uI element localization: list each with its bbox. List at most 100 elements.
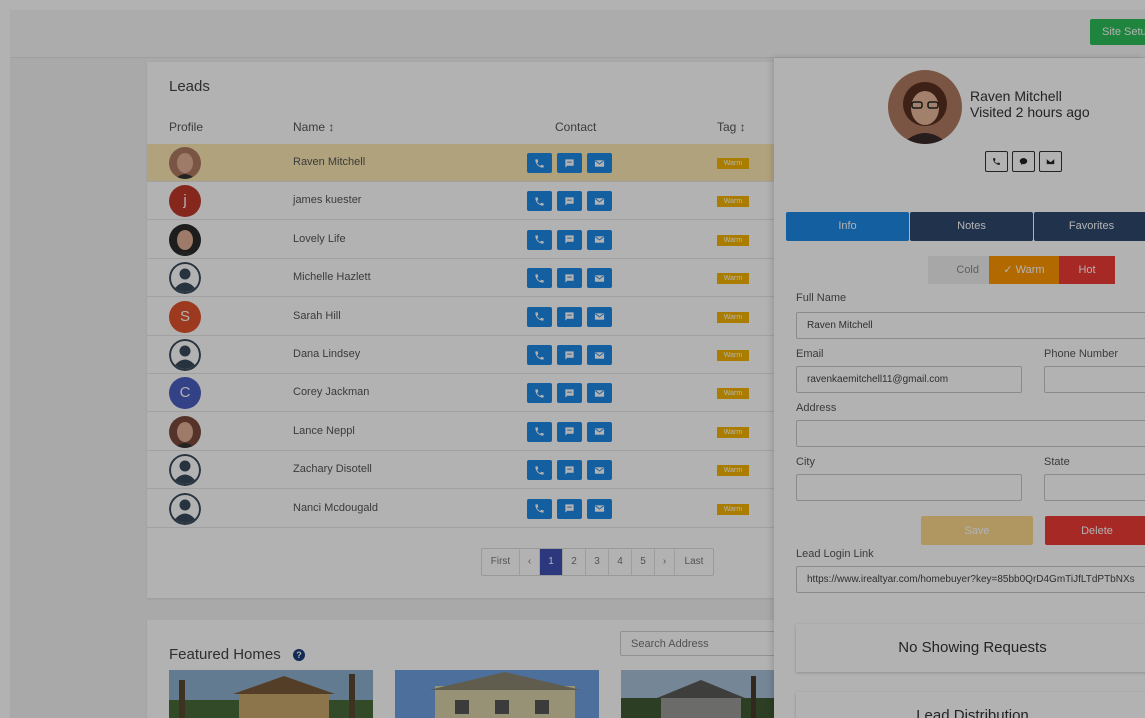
address-input[interactable] xyxy=(796,420,1145,447)
search-address-input[interactable] xyxy=(620,631,787,656)
email-input[interactable] xyxy=(796,366,1022,393)
call-button[interactable] xyxy=(527,268,552,289)
email-button[interactable] xyxy=(587,383,612,404)
page-prev[interactable]: ‹ xyxy=(520,549,540,575)
message-button[interactable] xyxy=(557,306,582,327)
page-4[interactable]: 4 xyxy=(609,549,632,575)
phone-input[interactable] xyxy=(1044,366,1145,393)
tab-favorites[interactable]: Favorites xyxy=(1034,212,1145,241)
message-button[interactable] xyxy=(557,460,582,481)
lead-name[interactable]: Corey Jackman xyxy=(293,386,369,398)
login-link-input[interactable] xyxy=(796,566,1145,593)
call-button[interactable] xyxy=(527,460,552,481)
envelope-icon xyxy=(594,390,605,397)
delete-button[interactable]: Delete xyxy=(1045,516,1145,545)
call-button[interactable] xyxy=(527,383,552,404)
app-window: Site Setup Leads Profile Name ↕ Contact … xyxy=(10,10,1145,718)
page-last[interactable]: Last xyxy=(675,549,713,575)
lead-name[interactable]: Sarah Hill xyxy=(293,310,341,322)
column-tag[interactable]: Tag ↕ xyxy=(717,120,746,134)
site-setup-button[interactable]: Site Setup xyxy=(1090,19,1145,45)
page-3[interactable]: 3 xyxy=(586,549,609,575)
envelope-icon xyxy=(594,313,605,320)
lead-name[interactable]: james kuester xyxy=(293,194,361,206)
lead-name[interactable]: Zachary Disotell xyxy=(293,463,372,475)
temp-hot-button[interactable]: Hot xyxy=(1059,256,1115,284)
avatar xyxy=(169,454,201,487)
email-button[interactable] xyxy=(587,498,612,519)
call-button[interactable] xyxy=(527,191,552,212)
call-button[interactable] xyxy=(527,153,552,173)
email-button[interactable] xyxy=(587,345,612,365)
envelope-icon xyxy=(1046,158,1055,165)
call-button[interactable] xyxy=(527,421,552,442)
call-button[interactable] xyxy=(527,345,552,365)
lead-name: Raven Mitchell xyxy=(970,88,1062,104)
column-name[interactable]: Name ↕ xyxy=(293,120,334,134)
message-button[interactable] xyxy=(1012,151,1035,172)
table-row[interactable]: Lance Neppl Warm xyxy=(147,413,787,451)
call-button[interactable] xyxy=(527,498,552,519)
tab-notes[interactable]: Notes xyxy=(910,212,1033,241)
address-label: Address xyxy=(796,402,837,414)
email-button[interactable] xyxy=(587,460,612,481)
envelope-icon xyxy=(594,236,605,244)
page-next[interactable]: › xyxy=(655,549,675,575)
lead-name[interactable]: Lance Neppl xyxy=(293,425,355,437)
table-row[interactable]: Lovely Life Warm xyxy=(147,221,787,259)
email-button[interactable] xyxy=(587,268,612,289)
no-showing-requests: No Showing Requests xyxy=(796,624,1145,672)
lead-name[interactable]: Michelle Hazlett xyxy=(293,271,371,283)
table-row[interactable]: Michelle Hazlett Warm xyxy=(147,259,787,298)
page-2[interactable]: 2 xyxy=(563,549,586,575)
save-button[interactable]: Save xyxy=(921,516,1033,545)
message-button[interactable] xyxy=(557,153,582,173)
page-5[interactable]: 5 xyxy=(632,549,655,575)
message-button[interactable] xyxy=(557,421,582,442)
home-thumbnail[interactable] xyxy=(395,670,599,718)
call-button[interactable] xyxy=(527,306,552,327)
email-button[interactable] xyxy=(1039,151,1062,172)
table-row[interactable]: S Sarah Hill Warm xyxy=(147,298,787,336)
help-icon[interactable]: ? xyxy=(293,649,305,661)
call-button[interactable] xyxy=(527,229,552,250)
table-row[interactable]: Zachary Disotell Warm xyxy=(147,451,787,490)
message-button[interactable] xyxy=(557,268,582,289)
email-button[interactable] xyxy=(587,421,612,442)
lead-name[interactable]: Nanci Mcdougald xyxy=(293,502,378,514)
tag-badge: Warm xyxy=(717,273,749,285)
column-profile: Profile xyxy=(169,120,204,134)
lead-name[interactable]: Dana Lindsey xyxy=(293,348,360,360)
state-input[interactable] xyxy=(1044,474,1145,501)
message-button[interactable] xyxy=(557,229,582,250)
lead-name[interactable]: Raven Mitchell xyxy=(293,156,365,168)
email-button[interactable] xyxy=(587,153,612,173)
tag-badge: Warm xyxy=(717,196,749,208)
table-row[interactable]: j james kuester Warm xyxy=(147,182,787,221)
table-row[interactable]: C Corey Jackman Warm xyxy=(147,374,787,413)
temp-warm-button[interactable]: ✓ Warm xyxy=(989,256,1059,284)
email-button[interactable] xyxy=(587,306,612,327)
message-button[interactable] xyxy=(557,383,582,404)
page-1[interactable]: 1 xyxy=(540,549,563,575)
table-row[interactable]: Nanci Mcdougald Warm xyxy=(147,490,787,528)
home-thumbnail[interactable] xyxy=(169,670,373,718)
table-row[interactable]: Dana Lindsey Warm xyxy=(147,336,787,374)
lead-distribution[interactable]: Lead Distribution xyxy=(796,692,1145,718)
tag-badge: Warm xyxy=(717,465,749,477)
city-input[interactable] xyxy=(796,474,1022,501)
avatar: C xyxy=(169,377,201,410)
email-button[interactable] xyxy=(587,191,612,212)
full-name-input[interactable] xyxy=(796,312,1145,339)
message-button[interactable] xyxy=(557,498,582,519)
email-button[interactable] xyxy=(587,229,612,250)
call-button[interactable] xyxy=(985,151,1008,172)
message-button[interactable] xyxy=(557,345,582,365)
page-first[interactable]: First xyxy=(482,549,520,575)
message-button[interactable] xyxy=(557,191,582,212)
temp-cold-button[interactable]: Cold xyxy=(928,256,989,284)
pagination: First ‹ 1 2 3 4 5 › Last xyxy=(481,548,714,576)
table-row[interactable]: Raven Mitchell Warm xyxy=(147,144,787,182)
lead-name[interactable]: Lovely Life xyxy=(293,233,346,245)
tab-info[interactable]: Info xyxy=(786,212,909,241)
